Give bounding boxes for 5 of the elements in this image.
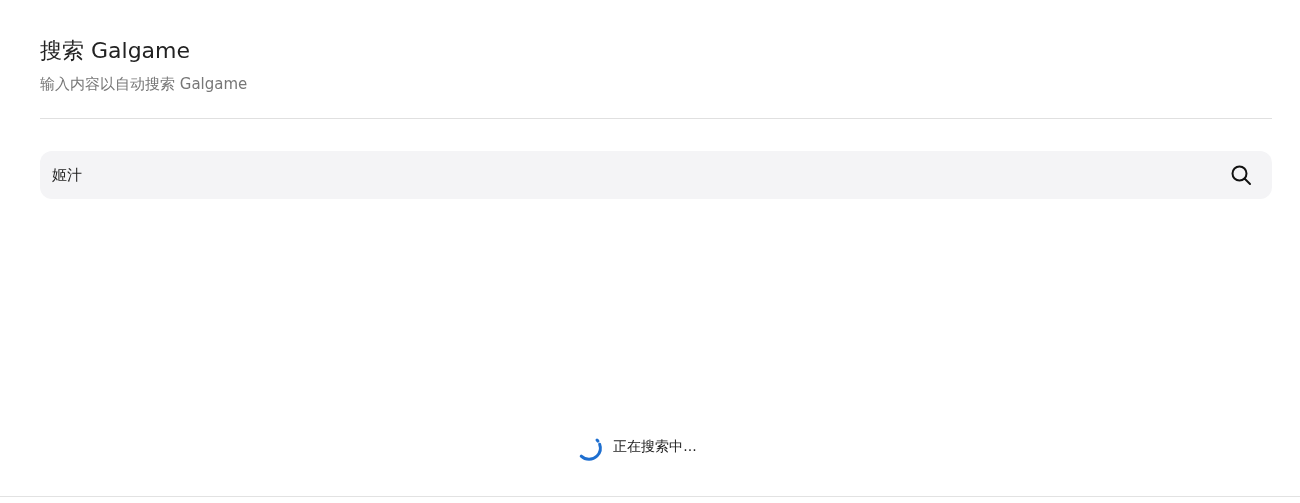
search-field[interactable]: 姬汁 bbox=[40, 151, 1272, 199]
page-subtitle: 输入内容以自动搜索 Galgame bbox=[40, 74, 248, 94]
page-title: 搜索 Galgame bbox=[40, 37, 191, 65]
status-text: 正在搜索中... bbox=[613, 438, 697, 456]
search-icon[interactable] bbox=[1230, 164, 1252, 186]
